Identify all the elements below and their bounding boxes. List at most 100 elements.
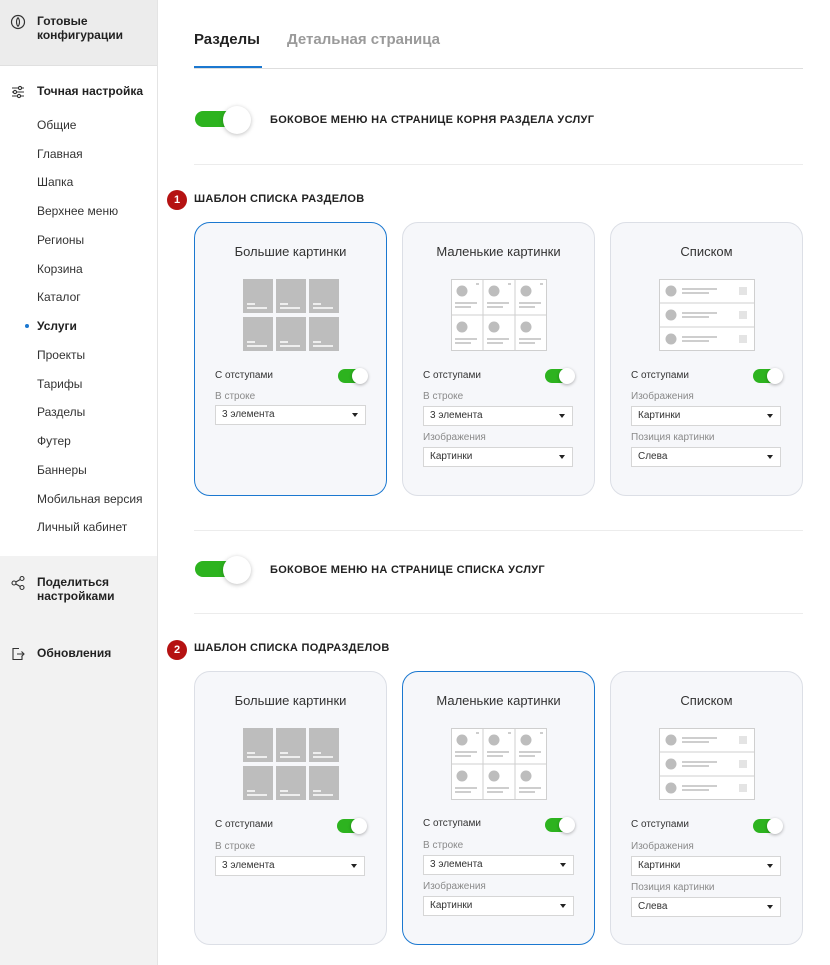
caret-down-icon: [560, 863, 566, 867]
toggle-knob: [559, 817, 575, 833]
padding-label: С отступами: [631, 370, 689, 381]
toggle-knob: [352, 368, 368, 384]
sidebar-item-cart[interactable]: Корзина: [37, 262, 83, 276]
sidebar-item-account[interactable]: Личный кабинет: [37, 520, 127, 534]
side-menu-list-label: БОКОВОЕ МЕНЮ НА СТРАНИЦЕ СПИСКА УСЛУГ: [270, 564, 545, 576]
big-images-preview: [243, 728, 339, 800]
images-select[interactable]: Картинки: [631, 406, 781, 426]
toggle-knob: [767, 368, 783, 384]
sidebar-item-catalog[interactable]: Каталог: [37, 290, 81, 304]
images-label: Изображения: [423, 881, 486, 892]
image-position-label: Позиция картинки: [631, 432, 715, 443]
section-badge: 1: [167, 190, 187, 210]
template-card-small-images[interactable]: Маленькие картинки С отступами В строке …: [402, 671, 595, 945]
image-position-label: Позиция картинки: [631, 882, 715, 893]
caret-down-icon: [351, 864, 357, 868]
sidebar-item-banners[interactable]: Баннеры: [37, 463, 87, 477]
card-title: Маленькие картинки: [436, 244, 561, 259]
template-card-list[interactable]: Списком С отступами Изображения Картинки…: [610, 222, 803, 496]
active-dot: [25, 324, 29, 328]
padding-toggle[interactable]: [753, 818, 783, 834]
side-menu-list-toggle[interactable]: [195, 556, 253, 584]
side-menu-root-toggle[interactable]: [195, 106, 253, 134]
image-position-select[interactable]: Слева: [631, 897, 781, 917]
card-title: Большие картинки: [234, 244, 347, 259]
images-label: Изображения: [631, 841, 694, 852]
per-row-select[interactable]: 3 элемента: [215, 405, 366, 425]
select-value: Картинки: [430, 900, 473, 911]
tab-detail-page[interactable]: Детальная страница: [287, 31, 440, 48]
tabs-bar: Разделы Детальная страница: [194, 0, 803, 69]
padding-toggle[interactable]: [337, 818, 367, 834]
sliders-icon: [12, 85, 24, 99]
select-value: Слева: [638, 451, 668, 462]
caret-down-icon: [767, 905, 773, 909]
padding-toggle[interactable]: [338, 368, 368, 384]
sidebar-updates[interactable]: Обновления: [10, 646, 111, 662]
card-title: Списком: [680, 244, 733, 259]
select-value: Картинки: [638, 860, 681, 871]
select-value: 3 элемента: [430, 410, 483, 421]
sidebar-item-services[interactable]: Услуги: [37, 319, 77, 333]
toggle-knob: [351, 818, 367, 834]
side-menu-root-label: БОКОВОЕ МЕНЮ НА СТРАНИЦЕ КОРНЯ РАЗДЕЛА У…: [270, 114, 595, 126]
card-title: Большие картинки: [234, 693, 347, 708]
toggle-knob: [223, 106, 251, 134]
padding-toggle[interactable]: [545, 368, 575, 384]
export-icon: [12, 647, 25, 661]
padding-label: С отступами: [631, 819, 689, 830]
sidebar-item-regions[interactable]: Регионы: [37, 233, 84, 247]
template-card-big-images[interactable]: Большие картинки С отступами В строке 3 …: [194, 222, 387, 496]
caret-down-icon: [767, 864, 773, 868]
sidebar-item-tariffs[interactable]: Тарифы: [37, 377, 82, 391]
sidebar-item-header[interactable]: Шапка: [37, 175, 73, 189]
padding-label: С отступами: [215, 370, 273, 381]
caret-down-icon: [559, 455, 565, 459]
images-label: Изображения: [631, 391, 694, 402]
sidebar-item-mobile[interactable]: Мобильная версия: [37, 492, 143, 506]
per-row-select[interactable]: 3 элемента: [423, 406, 573, 426]
sidebar-fine-tune[interactable]: Точная настройка: [10, 84, 143, 100]
sidebar-share-label: Поделиться настройками: [37, 575, 115, 603]
sidebar-item-sections[interactable]: Разделы: [37, 405, 85, 419]
template-card-big-images[interactable]: Большие картинки С отступами В строке 3 …: [194, 671, 387, 945]
sidebar-fine-tune-panel: [0, 66, 157, 556]
small-images-preview: [451, 279, 547, 351]
padding-toggle[interactable]: [545, 817, 575, 833]
template-card-list[interactable]: Списком С отступами Изображения Картинки…: [610, 671, 803, 945]
caret-down-icon: [352, 413, 358, 417]
section-title: ШАБЛОН СПИСКА РАЗДЕЛОВ: [194, 193, 365, 205]
sidebar-share[interactable]: Поделиться настройками: [10, 575, 127, 603]
images-select[interactable]: Картинки: [631, 856, 781, 876]
template-card-small-images[interactable]: Маленькие картинки С отступами В строке …: [402, 222, 595, 496]
active-tab-underline: [194, 66, 262, 68]
tab-sections[interactable]: Разделы: [194, 31, 260, 48]
select-value: 3 элемента: [222, 409, 275, 420]
list-preview: [659, 728, 755, 800]
select-value: Слева: [638, 901, 668, 912]
select-value: Картинки: [430, 451, 473, 462]
card-title: Маленькие картинки: [436, 693, 561, 708]
padding-label: С отступами: [423, 818, 481, 829]
images-select[interactable]: Картинки: [423, 447, 573, 467]
small-images-preview: [451, 728, 547, 800]
big-images-preview: [243, 279, 339, 351]
sidebar-ready-configs[interactable]: Готовые конфигурации: [10, 14, 137, 42]
sidebar-item-top-menu[interactable]: Верхнее меню: [37, 204, 118, 218]
sidebar-item-main[interactable]: Главная: [37, 147, 83, 161]
sidebar-item-projects[interactable]: Проекты: [37, 348, 85, 362]
padding-toggle[interactable]: [753, 368, 783, 384]
per-row-select[interactable]: 3 элемента: [215, 856, 365, 876]
sidebar-fine-tune-label: Точная настройка: [37, 84, 144, 98]
per-row-select[interactable]: 3 элемента: [423, 855, 574, 875]
per-row-label: В строке: [423, 840, 464, 851]
sidebar-item-footer[interactable]: Футер: [37, 434, 71, 448]
select-value: Картинки: [638, 410, 681, 421]
image-position-select[interactable]: Слева: [631, 447, 781, 467]
sidebar-item-general[interactable]: Общие: [37, 118, 76, 132]
card-title: Списком: [680, 693, 733, 708]
images-select[interactable]: Картинки: [423, 896, 574, 916]
main-content: Разделы Детальная страница БОКОВОЕ МЕНЮ …: [158, 0, 830, 965]
caret-down-icon: [767, 414, 773, 418]
toggle-knob: [767, 818, 783, 834]
